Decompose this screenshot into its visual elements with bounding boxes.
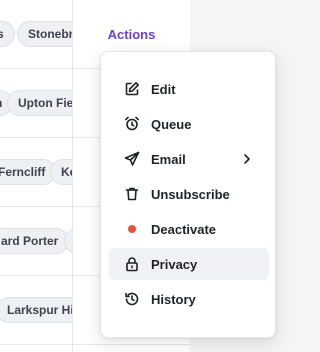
menu-item-label: Email (151, 151, 186, 167)
actions-dropdown-menu: Edit Queue Email Unsubscribe Deactivate … (100, 51, 276, 338)
trash-icon (123, 185, 141, 203)
tag-chip[interactable]: Stonebri (17, 21, 72, 47)
tag-label: s (0, 27, 4, 41)
tag-chip[interactable]: Ke (50, 159, 72, 185)
tags-column: s Stonebri n Upton Fiel Ferncliff Ke ard… (0, 0, 72, 352)
menu-item-privacy[interactable]: Privacy (109, 248, 269, 280)
tag-label: Stonebri (28, 27, 72, 41)
actions-header-label: Actions (107, 26, 156, 42)
menu-item-label: Privacy (151, 256, 198, 272)
tag-label: Ke (61, 165, 72, 179)
menu-item-edit[interactable]: Edit (109, 73, 269, 105)
menu-item-deactivate[interactable]: Deactivate (109, 213, 269, 245)
status-dot (128, 225, 136, 233)
tag-chip[interactable]: Upton Fiel (7, 90, 72, 116)
menu-item-history[interactable]: History (109, 283, 269, 315)
edit-icon (123, 80, 141, 98)
chevron-right-icon (239, 151, 255, 167)
menu-item-label: Deactivate (151, 221, 217, 237)
tag-chip[interactable]: s (0, 21, 15, 47)
tag-label: n (0, 96, 2, 110)
menu-item-label: Edit (151, 81, 176, 97)
tag-label: ard Porter (1, 234, 59, 248)
menu-item-queue[interactable]: Queue (109, 108, 269, 140)
tag-chip[interactable]: Larkspur Hil (0, 297, 72, 323)
row-divider (0, 344, 190, 345)
menu-item-label: History (151, 291, 196, 307)
menu-item-label: Queue (151, 116, 192, 132)
send-icon (123, 150, 141, 168)
menu-item-unsubscribe[interactable]: Unsubscribe (109, 178, 269, 210)
menu-item-label: Unsubscribe (151, 186, 230, 202)
tag-label: Larkspur Hil (7, 303, 72, 317)
queue-icon (123, 115, 141, 133)
tag-label: Upton Fiel (18, 96, 72, 110)
menu-item-email[interactable]: Email (109, 143, 269, 175)
tag-chip[interactable]: Ferncliff (0, 159, 57, 185)
tag-chip[interactable]: ard Porter (0, 228, 70, 254)
tag-label: Ferncliff (0, 165, 46, 179)
lock-icon (123, 255, 141, 273)
history-icon (123, 290, 141, 308)
status-dot-icon (123, 220, 141, 238)
